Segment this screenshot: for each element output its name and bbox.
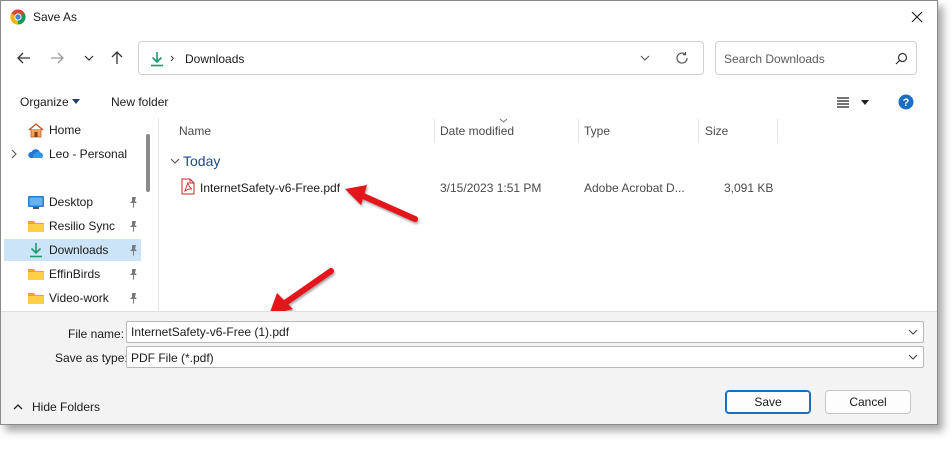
pin-icon: [130, 245, 137, 256]
save-as-dialog: Save As › Downloads Search Downloads Org…: [0, 0, 938, 425]
file-name-input[interactable]: [131, 325, 901, 339]
folder-icon: [28, 293, 44, 304]
column-separator[interactable]: [777, 119, 778, 143]
nav-item-resilio-sync[interactable]: Resilio Sync: [4, 215, 141, 237]
nav-label: Video-work: [49, 291, 109, 305]
column-header-name[interactable]: Name: [179, 124, 211, 138]
nav-item-effinbirds[interactable]: EffinBirds: [4, 263, 141, 285]
file-size: 3,091 KB: [724, 181, 774, 195]
up-arrow-icon[interactable]: [106, 47, 128, 69]
navigation-pane: Home Leo - Personal Desktop Resilio Sync…: [1, 118, 159, 311]
nav-item-home[interactable]: Home: [4, 119, 141, 141]
download-icon: [30, 243, 42, 258]
annotation-arrow-icon: [345, 185, 418, 222]
column-header-date-modified[interactable]: Date modified: [440, 124, 514, 138]
nav-item-video-work[interactable]: Video-work: [4, 287, 141, 309]
breadcrumb-separator: ›: [170, 50, 175, 65]
window-title: Save As: [33, 10, 78, 24]
sort-chevron-icon: [499, 118, 508, 123]
search-icon: [895, 52, 908, 65]
breadcrumb-downloads[interactable]: Downloads: [185, 52, 244, 66]
file-name-combobox[interactable]: [126, 321, 924, 343]
nav-label: Resilio Sync: [49, 219, 116, 233]
home-icon: [28, 123, 44, 138]
pin-icon: [130, 197, 137, 208]
nav-item-desktop[interactable]: Desktop: [4, 191, 141, 213]
search-placeholder: Search Downloads: [724, 52, 825, 66]
nav-label: Leo - Personal: [49, 147, 128, 161]
chevron-up-icon: [13, 404, 23, 410]
hide-folders-label: Hide Folders: [32, 400, 101, 414]
column-separator[interactable]: [434, 119, 435, 143]
title-bar: Save As: [1, 1, 937, 33]
back-arrow-icon[interactable]: [13, 47, 35, 69]
nav-label: Desktop: [49, 195, 94, 209]
close-icon[interactable]: [907, 7, 927, 27]
desktop-icon: [28, 196, 44, 209]
nav-scrollbar[interactable]: [146, 134, 150, 192]
cancel-button[interactable]: Cancel: [825, 390, 911, 414]
file-date-modified: 3/15/2023 1:51 PM: [440, 181, 542, 195]
caret-down-icon[interactable]: [72, 99, 80, 104]
file-name: InternetSafety-v6-Free.pdf: [200, 181, 341, 195]
onedrive-cloud-icon: [28, 149, 43, 158]
nav-label: EffinBirds: [49, 267, 101, 281]
caret-down-icon[interactable]: [861, 100, 869, 105]
nav-label: Home: [49, 123, 82, 137]
chevron-right-icon[interactable]: [10, 149, 18, 159]
folder-icon: [28, 269, 44, 280]
download-icon: [151, 52, 163, 67]
svg-text:?: ?: [903, 97, 910, 109]
chevron-down-icon[interactable]: [639, 52, 651, 64]
forward-arrow-icon[interactable]: [46, 47, 68, 69]
group-collapse-chevron-icon[interactable]: [170, 158, 180, 165]
pin-icon: [130, 221, 137, 232]
column-separator[interactable]: [698, 119, 699, 143]
nav-item-leo-personal[interactable]: Leo - Personal: [4, 143, 141, 165]
help-icon[interactable]: ?: [898, 94, 914, 110]
nav-item-downloads[interactable]: Downloads: [4, 239, 141, 261]
refresh-icon[interactable]: [675, 51, 689, 65]
organize-button[interactable]: Organize: [20, 95, 69, 109]
group-header-today[interactable]: Today: [183, 153, 220, 169]
save-button[interactable]: Save: [725, 390, 811, 414]
recent-locations-chevron-icon[interactable]: [78, 47, 100, 69]
save-as-type-value: PDF File (*.pdf): [131, 351, 214, 365]
save-as-type-label: Save as type:: [55, 351, 128, 365]
pane-divider[interactable]: [158, 118, 159, 311]
folder-icon: [28, 221, 44, 232]
save-form-area: File name: Save as type: PDF File (*.pdf…: [1, 311, 937, 424]
view-options-icon[interactable]: [836, 96, 850, 108]
save-as-type-select[interactable]: PDF File (*.pdf): [126, 346, 924, 368]
pin-icon: [130, 293, 137, 304]
chevron-down-icon[interactable]: [908, 354, 918, 361]
file-name-label: File name:: [68, 327, 125, 341]
chrome-icon: [10, 9, 26, 25]
file-row[interactable]: InternetSafety-v6-Free.pdf 3/15/2023 1:5…: [171, 175, 871, 199]
file-type: Adobe Acrobat D...: [584, 181, 685, 195]
new-folder-button[interactable]: New folder: [111, 95, 168, 109]
column-separator[interactable]: [578, 119, 579, 143]
chevron-down-icon[interactable]: [908, 329, 918, 336]
search-input[interactable]: Search Downloads: [715, 41, 917, 75]
nav-label: Downloads: [49, 243, 109, 257]
address-bar[interactable]: › Downloads: [138, 41, 704, 75]
column-header-size[interactable]: Size: [705, 124, 728, 138]
pdf-file-icon: [181, 178, 195, 195]
column-header-type[interactable]: Type: [584, 124, 610, 138]
pin-icon: [130, 269, 137, 280]
